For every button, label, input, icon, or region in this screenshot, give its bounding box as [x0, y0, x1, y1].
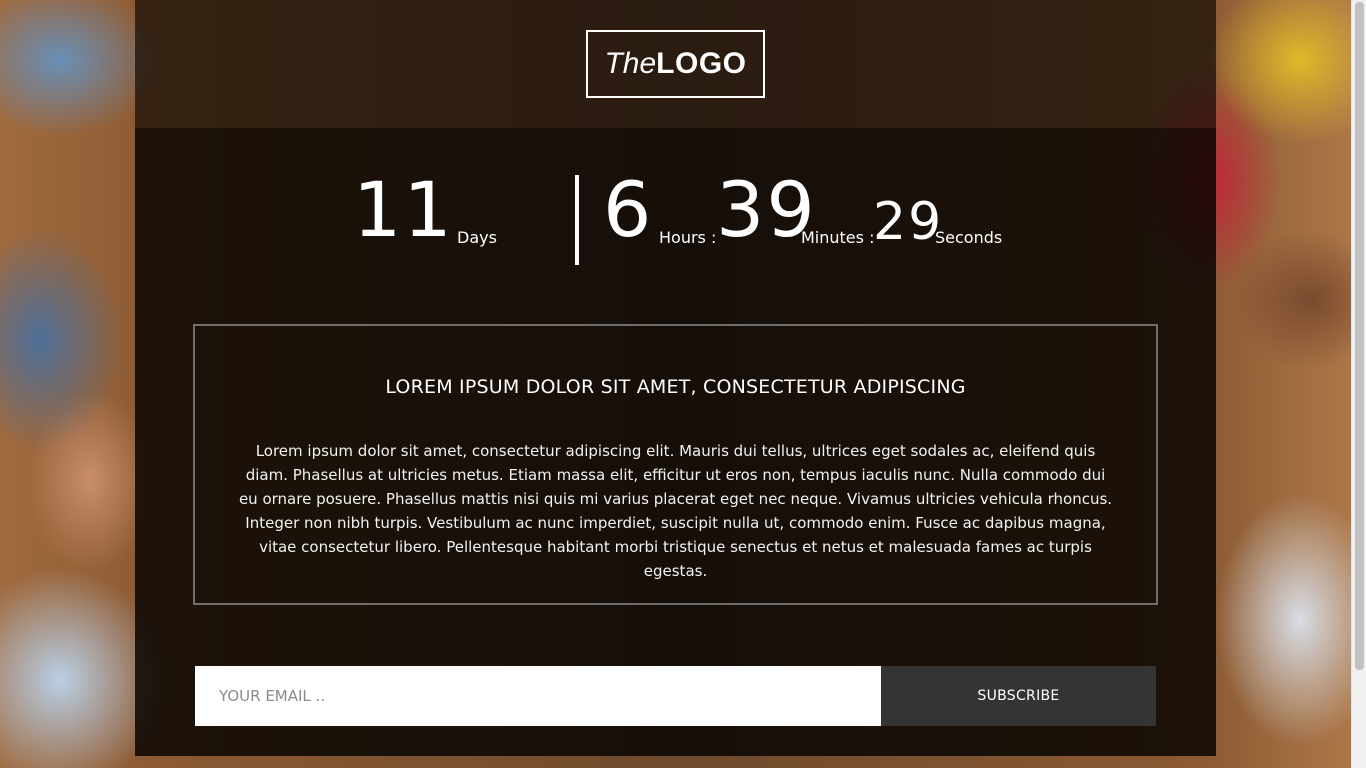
vertical-scrollbar[interactable]	[1351, 0, 1366, 768]
countdown-minutes-label: Minutes :	[801, 228, 875, 247]
info-body: Lorem ipsum dolor sit amet, consectetur …	[238, 442, 1113, 580]
email-input[interactable]	[195, 666, 881, 726]
countdown-seconds-value: 29	[873, 192, 944, 252]
logo-main-text: LOGO	[656, 47, 747, 80]
countdown-hours-label: Hours :	[659, 228, 717, 247]
countdown-days-value: 11	[353, 165, 454, 254]
subscribe-button[interactable]: SUBSCRIBE	[881, 666, 1156, 726]
logo-strip: The LOGO	[135, 0, 1216, 128]
countdown-divider	[575, 175, 579, 265]
logo-prefix: The	[604, 47, 657, 80]
center-column: The LOGO 11 Days 6 Hours : 39 Minutes : 2…	[135, 0, 1216, 756]
countdown-hours-value: 6	[603, 165, 654, 254]
countdown-seconds-label: Seconds	[935, 228, 1003, 247]
countdown-days-label: Days	[457, 228, 497, 247]
scrollbar-thumb[interactable]	[1355, 2, 1364, 670]
site-logo[interactable]: The LOGO	[586, 30, 765, 98]
info-box: LOREM IPSUM DOLOR SIT AMET, CONSECTETUR …	[193, 324, 1158, 605]
subscribe-form: SUBSCRIBE	[195, 666, 1156, 726]
countdown-timer: 11 Days 6 Hours : 39 Minutes : 29 Second…	[135, 160, 1216, 270]
info-title: LOREM IPSUM DOLOR SIT AMET, CONSECTETUR …	[385, 376, 966, 398]
